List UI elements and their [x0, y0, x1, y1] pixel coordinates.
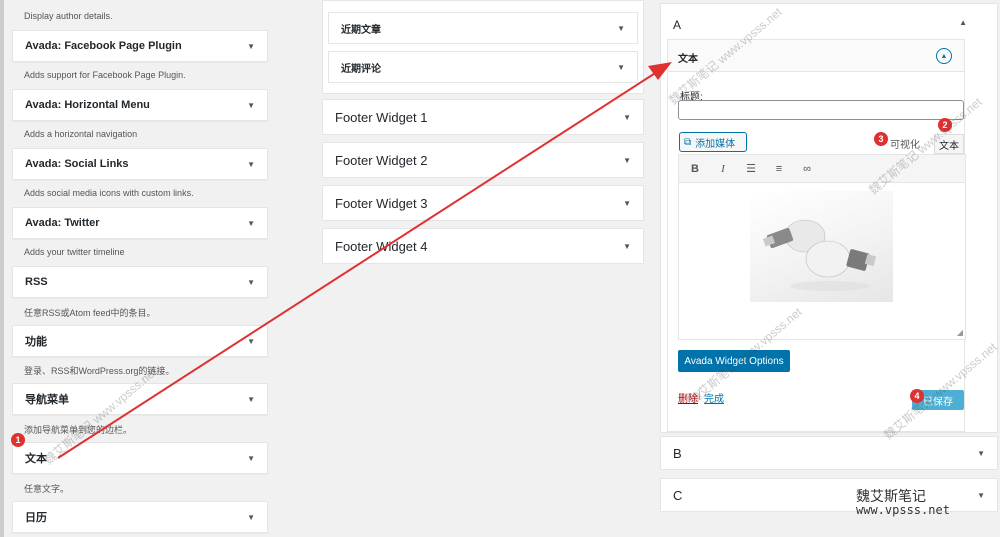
widget-title: 文本: [678, 54, 698, 65]
sidebar-title: Footer Widget 1: [335, 109, 428, 125]
bulb-right: [805, 240, 877, 278]
caret-down-icon: ▼: [247, 100, 255, 110]
widget-label: Avada: Social Links: [25, 158, 129, 170]
separator: |: [698, 390, 701, 401]
sidebar-footer-widget-4[interactable]: Footer Widget 4 ▼: [322, 228, 644, 264]
step-badge-3: 3: [874, 132, 888, 146]
sidebar-footer-widget-3[interactable]: Footer Widget 3 ▼: [322, 185, 644, 221]
caret-down-icon: ▼: [623, 112, 631, 122]
sidebar-footer-widget-1[interactable]: Footer Widget 1 ▼: [322, 99, 644, 135]
widget-label: 文本: [25, 453, 47, 465]
add-media-label: 添加媒体: [695, 138, 736, 150]
text-widget-header[interactable]: 文本 ▲: [668, 40, 964, 72]
caret-down-icon: ▼: [247, 394, 255, 404]
caret-down-icon: ▼: [247, 218, 255, 228]
delete-link[interactable]: 删除: [678, 390, 698, 405]
collapse-widget-button[interactable]: ▲: [936, 48, 952, 64]
widget-avada-social-links[interactable]: Avada: Social Links ▼: [12, 148, 268, 180]
editor-content[interactable]: ◢: [679, 183, 965, 339]
sidebar-title: A: [673, 18, 682, 32]
caret-down-icon: ▼: [247, 453, 255, 463]
caret-down-icon: ▼: [623, 155, 631, 165]
widget-desc: Adds social media icons with custom link…: [24, 188, 194, 198]
title-input[interactable]: [678, 100, 964, 120]
widget-label: RSS: [25, 276, 48, 288]
widget-meta[interactable]: 功能 ▼: [12, 325, 268, 357]
italic-icon[interactable]: I: [716, 163, 730, 175]
widget-recent-posts[interactable]: 近期文章 ▼: [328, 12, 638, 44]
widget-label: 近期评论: [341, 63, 381, 75]
widget-desc: Adds support for Facebook Page Plugin.: [24, 70, 186, 80]
watermark-url: www.vpsss.net: [856, 503, 950, 517]
sidebar-title: C: [673, 487, 683, 503]
caret-down-icon: ▼: [977, 490, 985, 500]
caret-down-icon: ▼: [623, 241, 631, 251]
widget-desc: 任意RSS或Atom feed中的条目。: [24, 308, 156, 318]
sidebar-title: Footer Widget 4: [335, 238, 428, 254]
widget-label: 导航菜单: [25, 394, 69, 406]
sidebar-title: Footer Widget 3: [335, 195, 428, 211]
widget-desc: 任意文字。: [24, 484, 70, 494]
numbered-list-icon[interactable]: ≡: [772, 163, 786, 175]
widget-label: 功能: [25, 336, 47, 348]
step-badge-1: 1: [11, 433, 25, 447]
text-widget-editor: 文本 ▲ 标题: ⧉ 添加媒体 可视化 文本 B I ☰ ≡ ∞ ◢ Avada…: [667, 39, 966, 432]
editor-toolbar: B I ☰ ≡ ∞: [679, 155, 965, 183]
widget-calendar[interactable]: 日历 ▼: [12, 501, 268, 533]
widget-label: 日历: [25, 512, 47, 524]
widget-avada-facebook[interactable]: Avada: Facebook Page Plugin ▼: [12, 30, 268, 62]
widget-recent-comments[interactable]: 近期评论 ▼: [328, 51, 638, 83]
sidebar-title: B: [673, 445, 682, 461]
caret-down-icon: ▼: [617, 23, 625, 33]
caret-down-icon: ▼: [247, 277, 255, 287]
sidebar-title: Footer Widget 2: [335, 152, 428, 168]
caret-down-icon: ▼: [247, 336, 255, 346]
caret-down-icon: ▼: [623, 198, 631, 208]
widget-label: 近期文章: [341, 24, 381, 36]
widget-label: Avada: Horizontal Menu: [25, 99, 150, 111]
widget-desc: 添加导航菜单到您的边栏。: [24, 425, 133, 435]
widget-desc-author: Display author details.: [24, 11, 113, 21]
caret-down-icon: ▼: [247, 41, 255, 51]
tab-text[interactable]: 文本: [934, 134, 964, 154]
widget-desc: Adds a horizontal navigation: [24, 129, 138, 139]
caret-down-icon: ▼: [977, 448, 985, 458]
sidebar-a-panel: A ▲ 文本 ▲ 标题: ⧉ 添加媒体 可视化 文本 B I ☰ ≡ ∞ ◢ A…: [660, 3, 998, 433]
link-icon[interactable]: ∞: [800, 163, 814, 175]
caret-up-icon[interactable]: ▲: [959, 18, 967, 27]
widget-nav-menu[interactable]: 导航菜单 ▼: [12, 383, 268, 415]
step-badge-2: 2: [938, 118, 952, 132]
bold-icon[interactable]: B: [688, 163, 702, 175]
widget-desc: 登录、RSS和WordPress.org的链接。: [24, 366, 175, 376]
tab-visual[interactable]: 可视化: [890, 136, 920, 151]
widget-avada-twitter[interactable]: Avada: Twitter ▼: [12, 207, 268, 239]
caret-up-icon: ▲: [940, 52, 948, 60]
widget-label: Avada: Twitter: [25, 217, 100, 229]
light-bulbs-image: [750, 191, 893, 302]
avada-widget-options-button[interactable]: Avada Widget Options: [678, 350, 790, 372]
left-edge: [0, 0, 4, 537]
widget-label: Avada: Facebook Page Plugin: [25, 40, 182, 52]
widget-desc: Adds your twitter timeline: [24, 247, 125, 257]
bulleted-list-icon[interactable]: ☰: [744, 162, 758, 175]
add-media-button[interactable]: ⧉ 添加媒体: [679, 132, 747, 152]
sidebar-footer-widget-2[interactable]: Footer Widget 2 ▼: [322, 142, 644, 178]
resize-handle-icon[interactable]: ◢: [957, 328, 963, 337]
caret-down-icon: ▼: [247, 159, 255, 169]
step-badge-4: 4: [910, 389, 924, 403]
widget-text[interactable]: 文本 ▼: [12, 442, 268, 474]
caret-down-icon: ▼: [247, 512, 255, 522]
sidebar-b[interactable]: B ▼: [660, 436, 998, 470]
done-link[interactable]: 完成: [704, 390, 724, 405]
caret-down-icon: ▼: [617, 62, 625, 72]
media-icon: ⧉: [684, 136, 692, 148]
rich-text-editor: B I ☰ ≡ ∞ ◢: [678, 154, 966, 340]
widget-avada-horizontal-menu[interactable]: Avada: Horizontal Menu ▼: [12, 89, 268, 121]
widget-rss[interactable]: RSS ▼: [12, 266, 268, 298]
